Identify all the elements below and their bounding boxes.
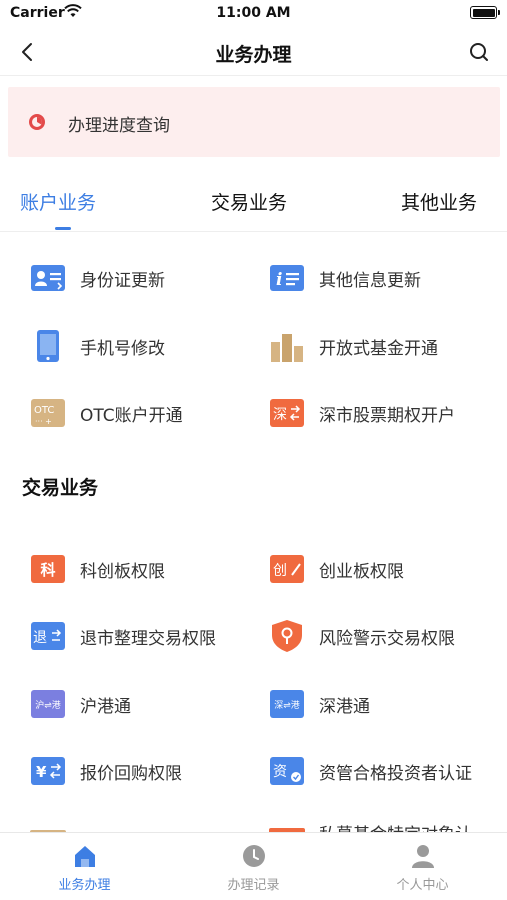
grid-item-sh-hk-connect[interactable]: 沪⇌港 沪港通 — [30, 684, 270, 724]
svg-text:创: 创 — [273, 563, 287, 579]
grid-item-label: 风险警示交易权限 — [319, 629, 455, 649]
grid-item-open-fund[interactable]: 开放式基金开通 — [269, 326, 507, 366]
grid-item-asset-mgmt-investor[interactable]: 资 资管合格投资者认证 — [269, 751, 507, 791]
tabbar-label: 个人中心 — [396, 878, 449, 893]
grid-item-label: 资管合格投资者认证 — [319, 764, 472, 784]
grid-item-star-market[interactable]: 科 科创板权限 — [30, 549, 270, 589]
grid-item-label: 深市股票期权开户 — [319, 406, 455, 426]
grid-item-label: 开放式基金开通 — [319, 339, 438, 359]
active-tab-indicator — [55, 227, 71, 230]
sz-option-icon: 深 — [270, 399, 304, 427]
id-card-icon — [31, 265, 65, 291]
partial-item-label: 私募基金特定对象认 — [319, 820, 472, 832]
progress-pie-icon — [29, 114, 45, 130]
grid-item-gem-board[interactable]: 创 创业板权限 — [269, 549, 507, 589]
asset-mgmt-icon: 资 — [270, 757, 304, 785]
svg-text:退: 退 — [33, 630, 47, 646]
tab-account-business[interactable]: 账户业务 — [20, 188, 96, 215]
grid-item-label: 身份证更新 — [80, 271, 165, 291]
grid-item-label: 沪港通 — [80, 697, 131, 717]
grid-item-label: 深港通 — [319, 697, 370, 717]
grid-item-label: 退市整理交易权限 — [80, 629, 216, 649]
grid-item-label: 创业板权限 — [319, 562, 404, 582]
svg-text:··· +: ··· + — [35, 417, 52, 426]
sz-hk-connect-icon: 深⇌港 — [270, 690, 304, 718]
svg-text:资: 资 — [273, 764, 287, 780]
bottom-tab-bar: 业务办理 办理记录 个人中心 — [0, 832, 507, 900]
user-icon — [412, 845, 434, 868]
progress-query-label: 办理进度查询 — [68, 116, 170, 136]
tabbar-label: 业务办理 — [58, 878, 111, 893]
page-title: 业务办理 — [215, 44, 292, 66]
status-bar: Carrier 11:00 AM — [0, 0, 507, 28]
svg-text:深: 深 — [273, 407, 287, 423]
tab-trade-business[interactable]: 交易业务 — [211, 188, 287, 215]
grid-item-quote-repo[interactable]: ¥ 报价回购权限 — [30, 751, 270, 791]
grid-item-sz-hk-connect[interactable]: 深⇌港 深港通 — [269, 684, 507, 724]
grid-item-risk-warning[interactable]: 风险警示交易权限 — [269, 616, 507, 656]
tabbar-profile[interactable]: 个人中心 — [338, 833, 507, 900]
grid-item-other-info-update[interactable]: i 其他信息更新 — [269, 258, 507, 298]
clock-time: 11:00 AM — [216, 5, 291, 21]
tab-other-business[interactable]: 其他业务 — [401, 188, 477, 215]
otc-icon: OTC ··· + — [31, 399, 65, 427]
tabbar-records[interactable]: 办理记录 — [169, 833, 338, 900]
grid-item-label: 科创板权限 — [80, 562, 165, 582]
info-edit-icon: i — [270, 265, 304, 291]
repo-icon: ¥ — [31, 757, 65, 785]
grid-item-label: 报价回购权限 — [80, 764, 182, 784]
grid-item-phone-change[interactable]: 手机号修改 — [30, 326, 270, 366]
svg-text:i: i — [276, 270, 282, 290]
svg-text:沪⇌港: 沪⇌港 — [35, 699, 61, 711]
tabbar-business[interactable]: 业务办理 — [0, 833, 169, 900]
home-icon — [75, 846, 95, 867]
svg-text:深⇌港: 深⇌港 — [274, 699, 300, 711]
battery-icon — [470, 6, 500, 19]
phone-icon — [37, 330, 59, 362]
tabbar-label: 办理记录 — [227, 878, 280, 893]
grid-item-label: 其他信息更新 — [319, 271, 421, 291]
grid-item-otc-account[interactable]: OTC ··· + OTC账户开通 — [30, 393, 270, 433]
risk-shield-icon — [272, 620, 302, 652]
progress-query-banner[interactable]: 办理进度查询 — [8, 87, 500, 157]
delisting-icon: 退 — [31, 622, 65, 650]
section-title-trade: 交易业务 — [22, 477, 99, 499]
star-market-icon: 科 — [31, 555, 65, 583]
svg-text:科: 科 — [40, 561, 55, 579]
clock-icon — [243, 845, 265, 867]
fund-bars-icon — [271, 334, 303, 362]
grid-item-label: 手机号修改 — [80, 339, 165, 359]
grid-item-sz-option-account[interactable]: 深 深市股票期权开户 — [269, 393, 507, 433]
svg-text:¥: ¥ — [36, 763, 47, 781]
search-icon[interactable] — [467, 40, 491, 64]
partial-next-row: 私募基金特定对象认 — [0, 820, 507, 832]
navigation-bar: 业务办理 — [0, 28, 507, 76]
grid-item-id-card-update[interactable]: 身份证更新 — [30, 258, 270, 298]
sh-hk-connect-icon: 沪⇌港 — [31, 690, 65, 718]
category-tabs: 账户业务 交易业务 其他业务 — [0, 172, 507, 232]
gem-board-icon: 创 — [270, 555, 304, 583]
grid-item-label: OTC账户开通 — [80, 406, 183, 426]
svg-text:OTC: OTC — [34, 405, 54, 416]
grid-item-delisting[interactable]: 退 退市整理交易权限 — [30, 616, 270, 656]
